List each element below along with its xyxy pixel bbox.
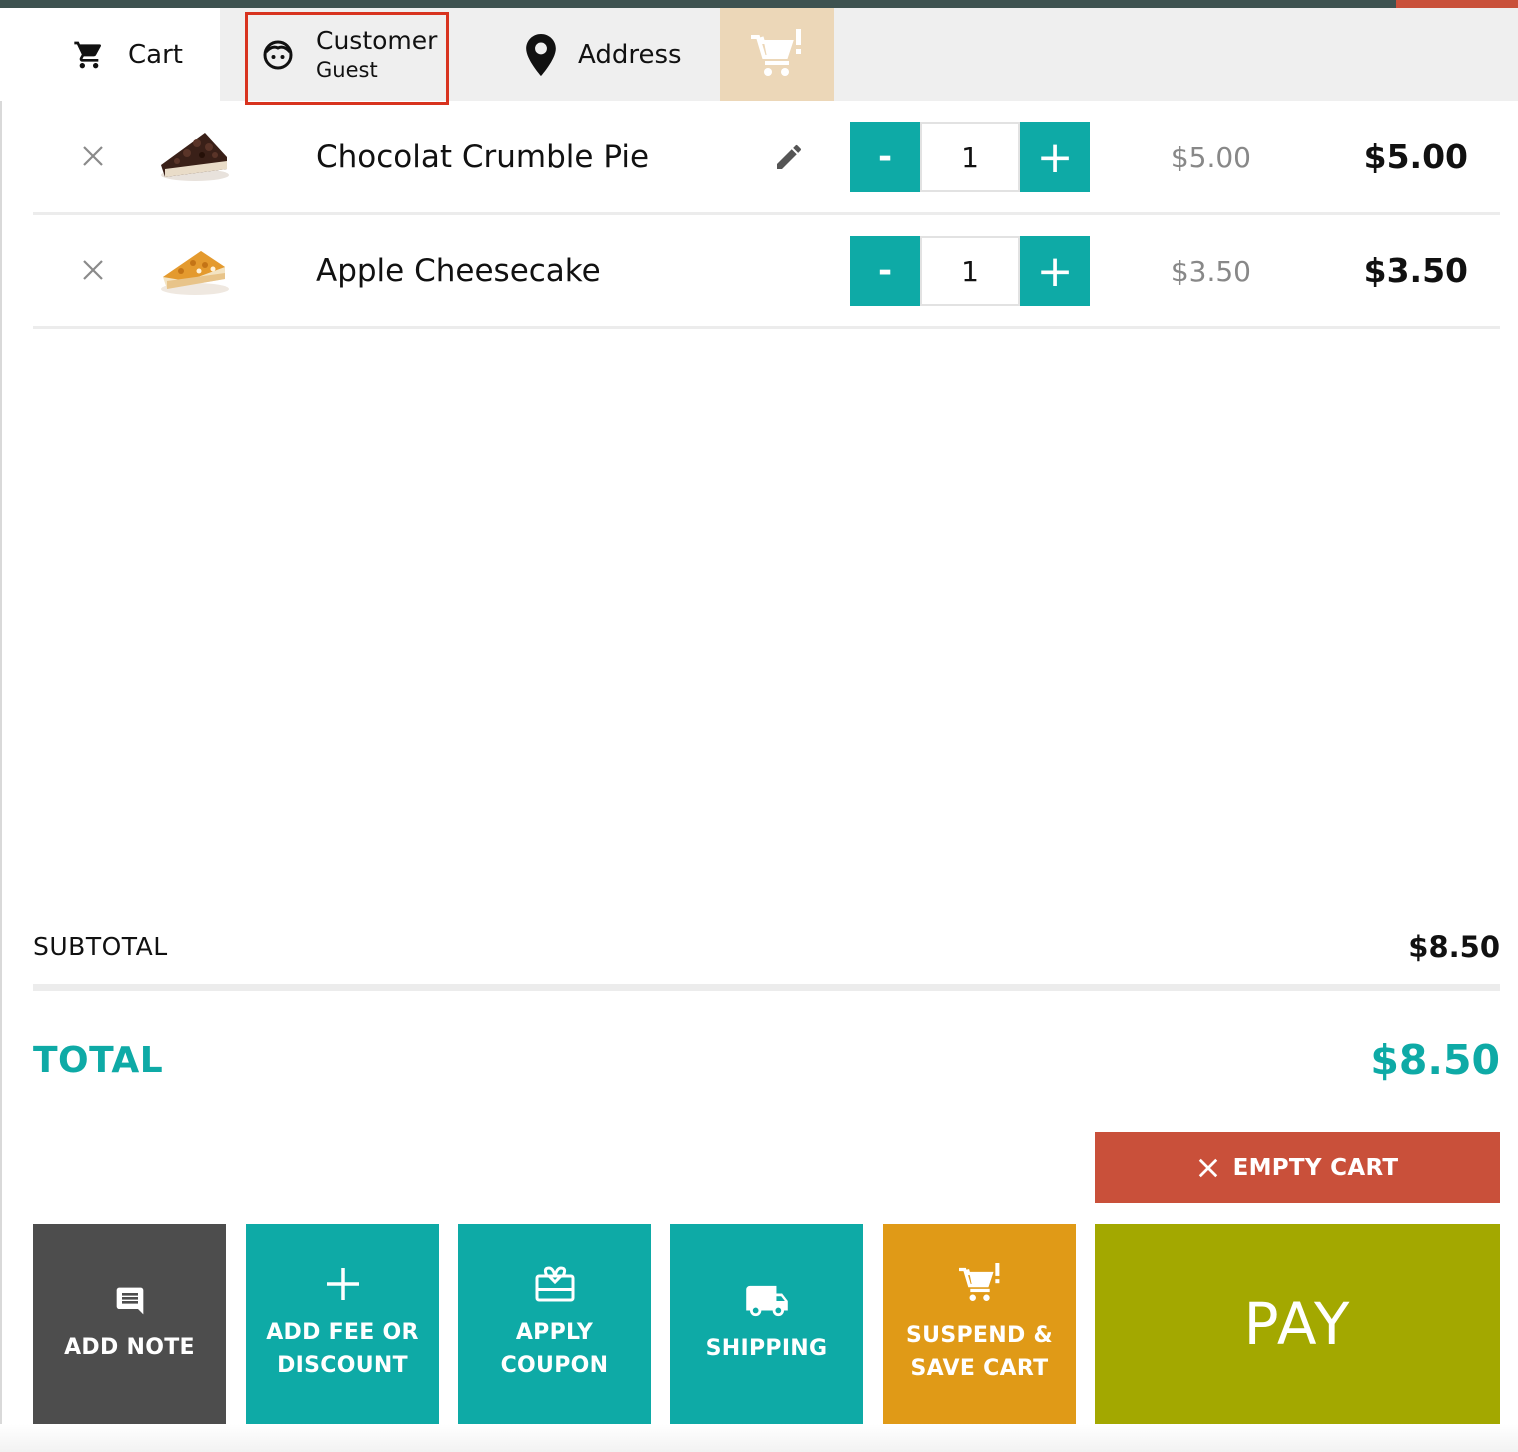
decrease-quantity-button[interactable]: - [850,236,920,306]
suspend-label-line1: SUSPEND & [906,1323,1053,1348]
unit-price: $5.00 [1170,141,1251,174]
face-icon [263,40,293,69]
gift-card-icon [535,1266,574,1302]
plus-icon [326,1268,359,1300]
apple-cheesecake-thumbnail [161,251,229,295]
shipping-label: SHIPPING [705,1335,828,1361]
apply-coupon-label-line2: COUPON [500,1353,609,1378]
bottom-edge [0,1424,1518,1452]
add-note-button[interactable]: ADD NOTE [33,1224,226,1424]
shipping-button[interactable]: SHIPPING [670,1224,863,1424]
close-icon [1198,1158,1217,1177]
decrease-quantity-button[interactable]: - [850,122,920,192]
tab-suspended-carts[interactable] [720,8,834,101]
chocolate-pie-thumbnail [161,133,229,181]
tab-address[interactable]: Address [500,8,710,101]
item-name: Chocolat Crumble Pie [316,139,650,175]
edit-pencil-icon[interactable] [773,141,805,173]
cart-alert-icon [751,28,801,76]
cart-row: Chocolat Crumble Pie - + $5.00 $5.00 [33,101,1500,215]
left-edge [0,8,2,1452]
divider [33,984,1500,991]
remove-item-icon[interactable] [81,258,105,282]
add-fee-label-line2: DISCOUNT [277,1353,408,1378]
unit-price: $3.50 [1170,255,1251,288]
cart-alert-icon [958,1263,999,1301]
add-fee-or-discount-button[interactable]: ADD FEE OR DISCOUNT [246,1224,439,1424]
total-value: $8.50 [1370,1036,1500,1084]
add-note-label: ADD NOTE [64,1334,195,1360]
truck-icon [745,1285,788,1316]
suspend-save-cart-button[interactable]: SUSPEND & SAVE CART [883,1224,1076,1424]
tab-cart[interactable]: Cart [0,8,220,101]
add-fee-label-line1: ADD FEE OR [266,1320,419,1345]
pay-button[interactable]: PAY [1095,1224,1500,1424]
subtotal-value: $8.50 [1408,930,1500,964]
cart-icon [74,41,102,68]
empty-cart-label: EMPTY CART [1232,1154,1399,1181]
line-total: $5.00 [1363,137,1468,176]
empty-cart-button[interactable]: EMPTY CART [1095,1132,1500,1203]
apply-coupon-button[interactable]: APPLY COUPON [458,1224,651,1424]
tab-customer-sublabel: Guest [316,57,378,82]
apply-coupon-label-line1: APPLY [515,1320,594,1345]
quantity-input[interactable] [920,122,1020,192]
increase-quantity-button[interactable]: + [1020,122,1090,192]
remove-item-icon[interactable] [81,144,105,168]
line-total: $3.50 [1363,251,1468,290]
subtotal-label: SUBTOTAL [33,932,168,961]
item-name: Apple Cheesecake [316,253,601,289]
cart-row: Apple Cheesecake - + $3.50 $3.50 [33,215,1500,329]
increase-quantity-button[interactable]: + [1020,236,1090,306]
pay-label: PAY [1243,1290,1352,1358]
tab-cart-label: Cart [128,39,183,70]
location-pin-icon [526,33,556,76]
tab-bar: Cart Customer Guest Address [0,8,1518,101]
tab-customer-label: Customer [316,25,438,55]
tab-address-label: Address [578,39,682,70]
total-label: TOTAL [33,1040,164,1081]
tab-customer[interactable]: Customer Guest [246,8,448,101]
suspend-label-line2: SAVE CART [910,1356,1049,1381]
quantity-input[interactable] [920,236,1020,306]
comment-icon [116,1287,143,1314]
top-strip [0,0,1518,8]
top-strip-accent [1396,0,1518,8]
